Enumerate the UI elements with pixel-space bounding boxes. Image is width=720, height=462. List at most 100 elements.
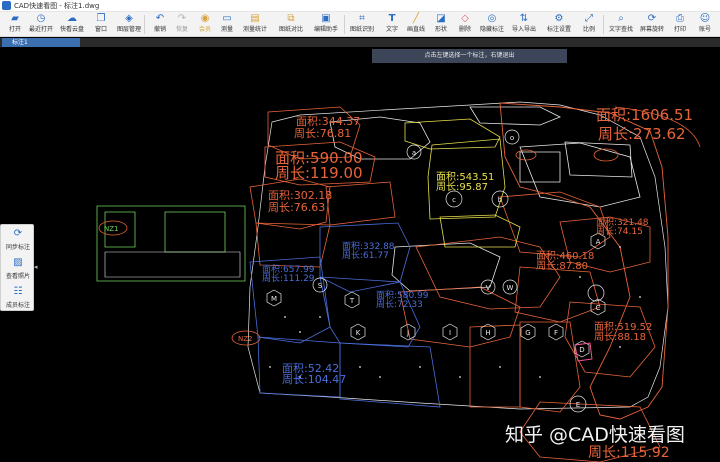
- toolbar: ▰ 打开 ◷ 最近打开 ☁ 快看云盘 ❐ 窗口 ◈ 图层管理 ↶ 撤销 ↷ 恢复 ◉ 会员 ▭ 测…: [0, 12, 720, 37]
- import-export-button[interactable]: ⇅ 导入导出: [509, 13, 539, 36]
- perimeter-label: 周长:115.92: [588, 445, 670, 461]
- region-code: NZ1: [104, 225, 119, 233]
- annotation-region: [319, 276, 421, 348]
- watermark: 知乎 @CAD快速看图: [505, 424, 685, 446]
- annotation-region: [339, 342, 441, 408]
- folder-icon: ▰: [11, 13, 19, 24]
- perimeter-label: 周长:61.77: [342, 249, 389, 261]
- member-marks-button[interactable]: ☷ 成员标注: [1, 283, 35, 311]
- perimeter-label: 周长:95.87: [436, 181, 488, 193]
- marker-letter: K: [356, 329, 361, 337]
- annotation-region: [415, 236, 561, 310]
- text-icon: T: [388, 13, 396, 24]
- view-photos-button[interactable]: ▨ 查看照片: [1, 254, 35, 282]
- measure-button[interactable]: ▭ 测量: [212, 13, 242, 36]
- perimeter-label: 周长:88.18: [594, 331, 646, 343]
- title-bar: CAD快速看图 - 标注1.dwg: [0, 0, 720, 12]
- sync-icon: ⟳: [13, 228, 23, 239]
- annotation-region: [164, 211, 226, 253]
- marker-letter: b: [498, 196, 503, 204]
- perimeter-label: 周长:72.33: [376, 298, 423, 310]
- perimeter-label: 周长:111.29: [262, 272, 315, 284]
- undo-icon: ↶: [155, 13, 165, 24]
- tab-label: 标注1: [12, 39, 28, 46]
- window-title: CAD快速看图 - 标注1.dwg: [14, 1, 100, 10]
- toolbar-divider: [603, 15, 604, 34]
- scale-button[interactable]: ⤢ 比例: [574, 13, 604, 36]
- rotate-button[interactable]: ⟳ 屏幕旋转: [637, 13, 667, 36]
- collapse-arrow-icon[interactable]: ◂: [34, 262, 38, 272]
- shape-icon: ◪: [436, 13, 446, 24]
- app-logo-icon: [2, 1, 11, 10]
- hide-marks-button[interactable]: ◎ 隐藏标注: [477, 13, 507, 36]
- recognize-button[interactable]: ⌗ 图纸识别: [347, 13, 377, 36]
- text-search-icon: ⌕: [618, 13, 624, 24]
- layers-button[interactable]: ◈ 图层管理: [114, 13, 144, 36]
- region-code: NZ2: [238, 335, 253, 343]
- window-button[interactable]: ❐ 窗口: [86, 13, 116, 36]
- ellipse-marker: [593, 148, 619, 162]
- layers-icon: ◈: [125, 13, 133, 24]
- marker-letter: E: [576, 401, 580, 409]
- marker-letter: a: [412, 149, 416, 157]
- scan-icon: ⌗: [359, 13, 365, 24]
- account-button[interactable]: ☺ 账号: [690, 13, 720, 36]
- marker-letter: T: [349, 297, 355, 305]
- cad-drawing: 面积:344.37 周长:76.81 面积:590.00 周长:119.00 面…: [96, 101, 701, 462]
- marker-letter: A: [596, 238, 601, 246]
- perimeter-label: 周长:87.80: [536, 260, 588, 272]
- hint-bar: 点击左键选择一个标注，右键退出: [372, 49, 567, 63]
- perimeter-label: 周长:119.00: [275, 164, 363, 182]
- tab-drawing[interactable]: 标注1: [2, 38, 80, 47]
- side-panel: ⟳ 同步标注 ▨ 查看照片 ☷ 成员标注: [0, 224, 34, 311]
- edit-assistant-icon: ▣: [321, 13, 331, 24]
- printer-icon: ⎙: [676, 13, 684, 24]
- delete-button[interactable]: ◇ 删除: [450, 13, 480, 36]
- perimeter-label: 周长:76.63: [268, 201, 325, 214]
- import-export-icon: ⇅: [519, 13, 529, 24]
- line-icon: ╱: [412, 13, 420, 24]
- mark-settings-button[interactable]: ⚙ 标注设置: [544, 13, 574, 36]
- marker-letter: H: [485, 329, 490, 337]
- scale-icon: ⤢: [585, 13, 593, 24]
- marker-letter: o: [510, 134, 514, 142]
- sync-marks-button[interactable]: ⟳ 同步标注: [1, 225, 35, 253]
- marker-letter: D: [579, 346, 584, 354]
- area-label: 面积:1606.51: [596, 106, 693, 124]
- compare-button[interactable]: ⧉ 图纸对比: [276, 13, 306, 36]
- clock-icon: ◷: [36, 13, 46, 24]
- vip-badge-icon: ◉: [200, 13, 210, 24]
- perimeter-label: 周长:273.62: [598, 125, 686, 143]
- building-block: [391, 242, 501, 292]
- ellipse-marker: [515, 149, 537, 161]
- cloud-button[interactable]: ☁ 快看云盘: [57, 13, 87, 36]
- annotation-region: [499, 191, 611, 258]
- marker-letter: G: [525, 329, 530, 337]
- user-icon: ☺: [699, 13, 711, 24]
- rotate-icon: ⟳: [647, 13, 657, 24]
- text-search-button[interactable]: ⌕ 文字查找: [606, 13, 636, 36]
- marker-letter: J: [406, 329, 409, 337]
- tab-bar: 标注1: [0, 38, 720, 47]
- marker-letter: I: [449, 329, 451, 337]
- recent-button[interactable]: ◷ 最近打开: [26, 13, 56, 36]
- building-block: [469, 106, 561, 126]
- redo-icon: ↷: [177, 13, 187, 24]
- drawing-canvas[interactable]: 面积:344.37 周长:76.81 面积:590.00 周长:119.00 面…: [0, 47, 720, 462]
- eye-hide-icon: ◎: [487, 13, 497, 24]
- measure-stats-button[interactable]: ▤ 测量统计: [240, 13, 270, 36]
- edit-assist-button[interactable]: ▣ 编辑助手: [311, 13, 341, 36]
- compare-icon: ⧉: [287, 13, 295, 24]
- marker-letter: F: [554, 329, 558, 337]
- building-block: [104, 251, 241, 278]
- cloud-icon: ☁: [67, 13, 77, 24]
- annotation-region: [96, 205, 246, 282]
- image-icon: ▨: [13, 257, 23, 268]
- perimeter-label: 周长:104.47: [282, 373, 346, 386]
- marker-letter: C: [596, 304, 601, 312]
- marker-letter: W: [507, 284, 514, 292]
- perimeter-label: 周长:74.15: [596, 225, 643, 237]
- window-icon: ❐: [96, 13, 106, 24]
- annotation-region: [469, 324, 521, 408]
- group-icon: ☷: [13, 286, 23, 297]
